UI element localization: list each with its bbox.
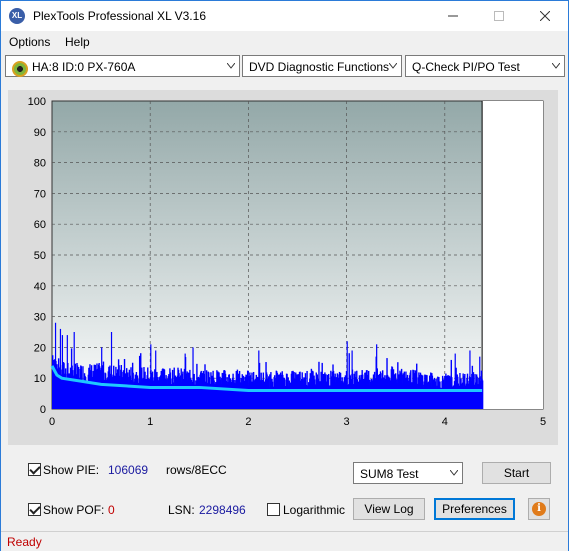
x-tick-label: 0 (49, 416, 55, 428)
show-pie-label: Show PIE: (43, 463, 100, 477)
x-tick-label: 4 (442, 416, 448, 428)
function-select[interactable]: DVD Diagnostic Functions (242, 55, 402, 77)
y-tick-label: 70 (34, 188, 46, 200)
y-tick-label: 20 (34, 342, 46, 354)
maximize-button[interactable] (476, 1, 522, 31)
start-button[interactable]: Start (482, 462, 551, 484)
pie-peak-bar (150, 344, 152, 409)
lsn-value: 2298496 (199, 503, 246, 517)
x-tick-label: 2 (245, 416, 251, 428)
y-tick-label: 80 (34, 158, 46, 170)
status-bar: Ready (1, 531, 568, 551)
chevron-down-icon (450, 470, 458, 476)
pie-peak-bar (346, 341, 348, 409)
y-tick-label: 30 (34, 312, 46, 324)
pie-peak-bar (469, 350, 471, 409)
pie-peak-bar (59, 328, 62, 409)
y-tick-label: 0 (40, 404, 46, 416)
show-pie-checkbox[interactable] (28, 463, 41, 476)
logarithmic-checkbox[interactable] (267, 503, 280, 516)
pie-peak-bar (454, 353, 456, 409)
pie-unit: rows/8ECC (166, 463, 227, 477)
chevron-down-icon (552, 63, 560, 69)
x-tick-label: 5 (540, 416, 546, 428)
menu-options[interactable]: Options (9, 35, 50, 49)
drive-select-value: HA:8 ID:0 PX-760A (32, 60, 136, 74)
y-tick-label: 90 (34, 127, 46, 139)
function-select-value: DVD Diagnostic Functions (249, 60, 390, 74)
pie-peak-bar (66, 335, 68, 409)
close-icon (539, 10, 551, 22)
y-tick-label: 50 (34, 250, 46, 262)
show-pof-checkbox[interactable] (28, 503, 41, 516)
info-icon: i (532, 502, 546, 516)
pie-value: 106069 (108, 463, 149, 477)
lsn-label: LSN: (168, 503, 195, 517)
pie-bar (481, 380, 484, 409)
show-pof-label: Show POF: (43, 503, 105, 517)
chevron-down-icon (389, 63, 397, 69)
y-tick-label: 40 (34, 281, 46, 293)
minimize-icon (448, 15, 458, 17)
pie-peak-bar (61, 335, 64, 409)
controls-panel: Show PIE: 106069 rows/8ECC SUM8 Test Sta… (1, 453, 568, 533)
pie-peak-bar (184, 353, 186, 409)
sum8-test-select[interactable]: SUM8 Test (353, 462, 463, 484)
chevron-down-icon (227, 63, 235, 69)
pie-peak-bar (73, 332, 75, 409)
x-tick-label: 3 (344, 416, 350, 428)
close-button[interactable] (522, 1, 568, 31)
pie-peak-bar (376, 344, 378, 409)
toolbar: HA:8 ID:0 PX-760A DVD Diagnostic Functio… (1, 53, 568, 81)
y-tick-label: 60 (34, 219, 46, 231)
preferences-button[interactable]: Preferences (434, 498, 515, 520)
view-log-button[interactable]: View Log (353, 498, 425, 520)
pie-peak-bar (258, 350, 260, 409)
status-text: Ready (7, 535, 42, 549)
maximize-icon (494, 11, 504, 21)
menu-help[interactable]: Help (65, 35, 90, 49)
pie-peak-bar (155, 350, 157, 409)
y-tick-label: 10 (34, 373, 46, 385)
minimize-button[interactable] (430, 1, 476, 31)
y-tick-label: 100 (28, 96, 46, 108)
pie-peak-bar (192, 347, 194, 409)
x-tick-label: 1 (147, 416, 153, 428)
info-button[interactable]: i (528, 498, 550, 520)
drive-select[interactable]: HA:8 ID:0 PX-760A (5, 55, 240, 77)
pie-peak-bar (479, 356, 481, 409)
pie-peak-bar (110, 332, 113, 409)
disc-drive-icon (12, 61, 28, 77)
test-select[interactable]: Q-Check PI/PO Test (405, 55, 565, 77)
pie-peak-bar (351, 350, 353, 409)
logarithmic-label: Logarithmic (283, 503, 346, 517)
pie-peak-bar (54, 322, 57, 409)
app-icon: XL (9, 8, 25, 24)
chart-panel: 0 10 20 30 40 50 60 70 80 90 100 0 1 2 3 4 5 (8, 90, 558, 445)
window-title: PlexTools Professional XL V3.16 (33, 9, 206, 23)
test-select-value: Q-Check PI/PO Test (412, 60, 520, 74)
title-bar: XL PlexTools Professional XL V3.16 (1, 1, 568, 31)
sum8-test-value: SUM8 Test (360, 467, 419, 481)
pof-value: 0 (108, 503, 115, 517)
pie-peak-bar (101, 347, 103, 409)
pi-po-chart: 0 10 20 30 40 50 60 70 80 90 100 0 1 2 3 4 5 (28, 96, 546, 428)
menu-bar: Options Help (1, 32, 568, 52)
unused-region (482, 101, 543, 409)
main-window: XL PlexTools Professional XL V3.16 Optio… (0, 0, 569, 551)
